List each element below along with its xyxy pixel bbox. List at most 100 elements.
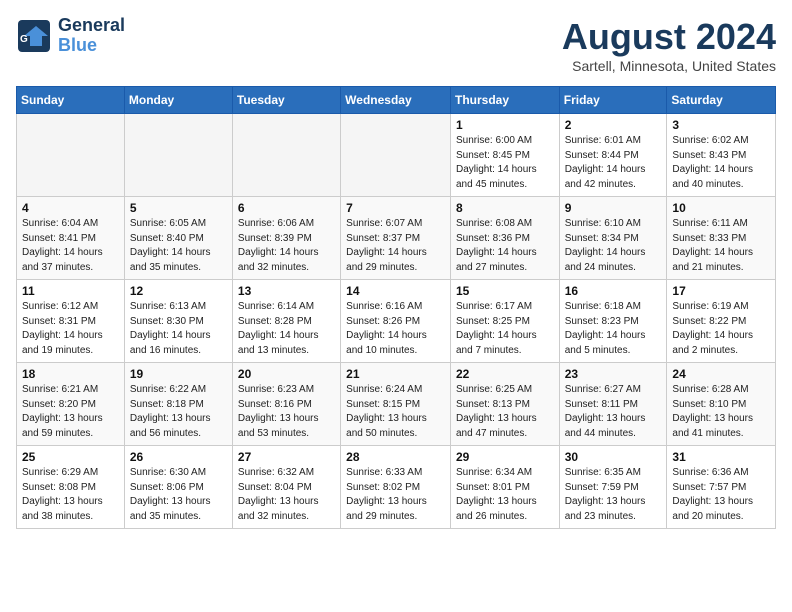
day-number: 31 <box>672 450 770 464</box>
day-info: Sunrise: 6:07 AM Sunset: 8:37 PM Dayligh… <box>346 217 445 275</box>
day-info: Sunrise: 6:35 AM Sunset: 7:59 PM Dayligh… <box>565 466 662 524</box>
day-info: Sunrise: 6:14 AM Sunset: 8:28 PM Dayligh… <box>238 300 335 358</box>
day-number: 16 <box>565 284 662 298</box>
day-info: Sunrise: 6:12 AM Sunset: 8:31 PM Dayligh… <box>22 300 119 358</box>
day-number: 9 <box>565 201 662 215</box>
day-info: Sunrise: 6:19 AM Sunset: 8:22 PM Dayligh… <box>672 300 770 358</box>
calendar-week-row: 25Sunrise: 6:29 AM Sunset: 8:08 PM Dayli… <box>17 446 776 529</box>
day-info: Sunrise: 6:21 AM Sunset: 8:20 PM Dayligh… <box>22 383 119 441</box>
weekday-header-thursday: Thursday <box>450 87 559 114</box>
calendar-cell: 3 Sunrise: 6:02 AM Sunset: 8:43 PM Daylig… <box>667 114 776 197</box>
calendar-cell: 20 Sunrise: 6:23 AM Sunset: 8:16 PM Dayli… <box>232 363 340 446</box>
calendar-cell: 7 Sunrise: 6:07 AM Sunset: 8:37 PM Daylig… <box>341 197 451 280</box>
day-number: 15 <box>456 284 554 298</box>
weekday-header-sunday: Sunday <box>17 87 125 114</box>
day-number: 27 <box>238 450 335 464</box>
weekday-header-tuesday: Tuesday <box>232 87 340 114</box>
calendar-cell: 31 Sunrise: 6:36 AM Sunset: 7:57 PM Dayli… <box>667 446 776 529</box>
day-info: Sunrise: 6:30 AM Sunset: 8:06 PM Dayligh… <box>130 466 227 524</box>
day-info: Sunrise: 6:36 AM Sunset: 7:57 PM Dayligh… <box>672 466 770 524</box>
calendar-week-row: 1 Sunrise: 6:00 AM Sunset: 8:45 PM Daylig… <box>17 114 776 197</box>
calendar-table: SundayMondayTuesdayWednesdayThursdayFrid… <box>16 86 776 529</box>
day-number: 7 <box>346 201 445 215</box>
day-number: 8 <box>456 201 554 215</box>
calendar-cell: 26 Sunrise: 6:30 AM Sunset: 8:06 PM Dayli… <box>124 446 232 529</box>
calendar-cell: 17 Sunrise: 6:19 AM Sunset: 8:22 PM Dayli… <box>667 280 776 363</box>
calendar-header-row: SundayMondayTuesdayWednesdayThursdayFrid… <box>17 87 776 114</box>
svg-text:G: G <box>20 34 28 45</box>
day-number: 23 <box>565 367 662 381</box>
day-info: Sunrise: 6:01 AM Sunset: 8:44 PM Dayligh… <box>565 134 662 192</box>
calendar-cell: 2 Sunrise: 6:01 AM Sunset: 8:44 PM Daylig… <box>559 114 667 197</box>
day-number: 22 <box>456 367 554 381</box>
calendar-cell <box>17 114 125 197</box>
day-number: 12 <box>130 284 227 298</box>
day-info: Sunrise: 6:34 AM Sunset: 8:01 PM Dayligh… <box>456 466 554 524</box>
day-info: Sunrise: 6:11 AM Sunset: 8:33 PM Dayligh… <box>672 217 770 275</box>
location-subtitle: Sartell, Minnesota, United States <box>562 58 776 74</box>
calendar-cell: 19 Sunrise: 6:22 AM Sunset: 8:18 PM Dayli… <box>124 363 232 446</box>
calendar-cell: 13 Sunrise: 6:14 AM Sunset: 8:28 PM Dayli… <box>232 280 340 363</box>
calendar-cell: 18 Sunrise: 6:21 AM Sunset: 8:20 PM Dayli… <box>17 363 125 446</box>
calendar-cell: 10Sunrise: 6:11 AM Sunset: 8:33 PM Dayli… <box>667 197 776 280</box>
calendar-cell: 14Sunrise: 6:16 AM Sunset: 8:26 PM Dayli… <box>341 280 451 363</box>
day-number: 3 <box>672 118 770 132</box>
day-number: 20 <box>238 367 335 381</box>
calendar-cell: 16 Sunrise: 6:18 AM Sunset: 8:23 PM Dayli… <box>559 280 667 363</box>
day-number: 26 <box>130 450 227 464</box>
day-number: 17 <box>672 284 770 298</box>
day-info: Sunrise: 6:05 AM Sunset: 8:40 PM Dayligh… <box>130 217 227 275</box>
day-info: Sunrise: 6:08 AM Sunset: 8:36 PM Dayligh… <box>456 217 554 275</box>
calendar-cell: 22 Sunrise: 6:25 AM Sunset: 8:13 PM Dayli… <box>450 363 559 446</box>
day-info: Sunrise: 6:13 AM Sunset: 8:30 PM Dayligh… <box>130 300 227 358</box>
calendar-cell: 23Sunrise: 6:27 AM Sunset: 8:11 PM Dayli… <box>559 363 667 446</box>
weekday-header-wednesday: Wednesday <box>341 87 451 114</box>
day-info: Sunrise: 6:28 AM Sunset: 8:10 PM Dayligh… <box>672 383 770 441</box>
calendar-cell: 5Sunrise: 6:05 AM Sunset: 8:40 PM Daylig… <box>124 197 232 280</box>
calendar-cell: 12 Sunrise: 6:13 AM Sunset: 8:30 PM Dayli… <box>124 280 232 363</box>
calendar-cell: 11 Sunrise: 6:12 AM Sunset: 8:31 PM Dayli… <box>17 280 125 363</box>
calendar-cell: 9 Sunrise: 6:10 AM Sunset: 8:34 PM Daylig… <box>559 197 667 280</box>
calendar-cell: 25Sunrise: 6:29 AM Sunset: 8:08 PM Dayli… <box>17 446 125 529</box>
day-info: Sunrise: 6:23 AM Sunset: 8:16 PM Dayligh… <box>238 383 335 441</box>
calendar-cell: 21 Sunrise: 6:24 AM Sunset: 8:15 PM Dayli… <box>341 363 451 446</box>
day-info: Sunrise: 6:00 AM Sunset: 8:45 PM Dayligh… <box>456 134 554 192</box>
day-number: 6 <box>238 201 335 215</box>
day-info: Sunrise: 6:29 AM Sunset: 8:08 PM Dayligh… <box>22 466 119 524</box>
calendar-cell <box>232 114 340 197</box>
day-info: Sunrise: 6:02 AM Sunset: 8:43 PM Dayligh… <box>672 134 770 192</box>
day-number: 19 <box>130 367 227 381</box>
calendar-cell: 28Sunrise: 6:33 AM Sunset: 8:02 PM Dayli… <box>341 446 451 529</box>
day-info: Sunrise: 6:10 AM Sunset: 8:34 PM Dayligh… <box>565 217 662 275</box>
day-number: 21 <box>346 367 445 381</box>
day-number: 1 <box>456 118 554 132</box>
day-info: Sunrise: 6:25 AM Sunset: 8:13 PM Dayligh… <box>456 383 554 441</box>
logo-icon: G <box>16 18 52 54</box>
calendar-cell: 8 Sunrise: 6:08 AM Sunset: 8:36 PM Daylig… <box>450 197 559 280</box>
weekday-header-monday: Monday <box>124 87 232 114</box>
day-number: 2 <box>565 118 662 132</box>
page-header: G GeneralBlue August 2024 Sartell, Minne… <box>16 16 776 74</box>
day-info: Sunrise: 6:04 AM Sunset: 8:41 PM Dayligh… <box>22 217 119 275</box>
calendar-cell: 30 Sunrise: 6:35 AM Sunset: 7:59 PM Dayli… <box>559 446 667 529</box>
day-info: Sunrise: 6:18 AM Sunset: 8:23 PM Dayligh… <box>565 300 662 358</box>
day-info: Sunrise: 6:24 AM Sunset: 8:15 PM Dayligh… <box>346 383 445 441</box>
day-number: 30 <box>565 450 662 464</box>
calendar-cell: 4 Sunrise: 6:04 AM Sunset: 8:41 PM Daylig… <box>17 197 125 280</box>
calendar-week-row: 4 Sunrise: 6:04 AM Sunset: 8:41 PM Daylig… <box>17 197 776 280</box>
calendar-cell <box>124 114 232 197</box>
day-number: 11 <box>22 284 119 298</box>
title-block: August 2024 Sartell, Minnesota, United S… <box>562 16 776 74</box>
day-number: 4 <box>22 201 119 215</box>
day-number: 29 <box>456 450 554 464</box>
calendar-cell: 24Sunrise: 6:28 AM Sunset: 8:10 PM Dayli… <box>667 363 776 446</box>
calendar-cell: 15 Sunrise: 6:17 AM Sunset: 8:25 PM Dayli… <box>450 280 559 363</box>
day-info: Sunrise: 6:17 AM Sunset: 8:25 PM Dayligh… <box>456 300 554 358</box>
calendar-cell: 1 Sunrise: 6:00 AM Sunset: 8:45 PM Daylig… <box>450 114 559 197</box>
weekday-header-friday: Friday <box>559 87 667 114</box>
day-info: Sunrise: 6:22 AM Sunset: 8:18 PM Dayligh… <box>130 383 227 441</box>
day-number: 18 <box>22 367 119 381</box>
calendar-cell: 6 Sunrise: 6:06 AM Sunset: 8:39 PM Daylig… <box>232 197 340 280</box>
day-info: Sunrise: 6:06 AM Sunset: 8:39 PM Dayligh… <box>238 217 335 275</box>
day-number: 13 <box>238 284 335 298</box>
